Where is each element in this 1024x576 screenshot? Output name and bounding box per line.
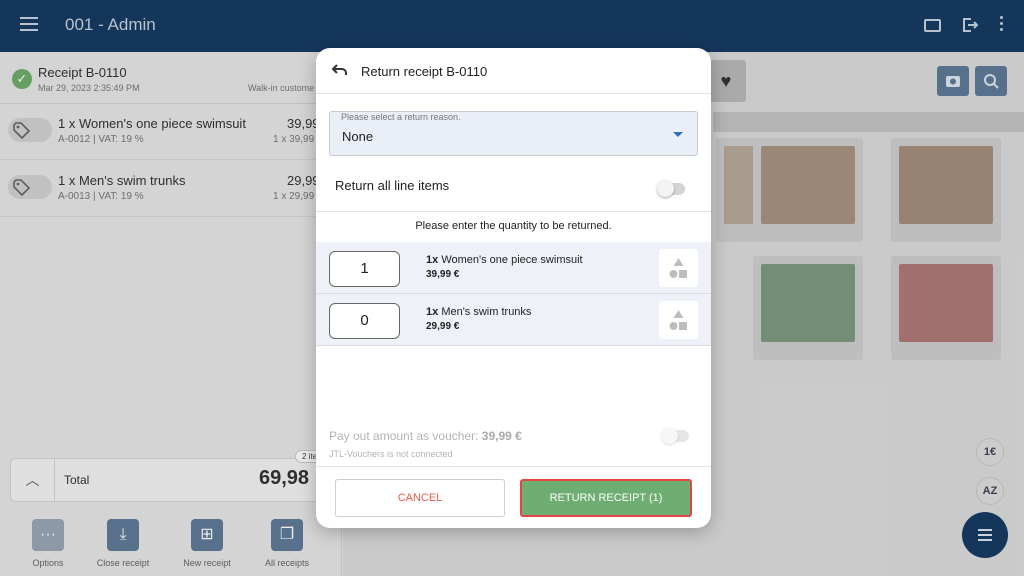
return-all-toggle[interactable] [657,180,685,197]
return-item-price: 39,99 € [426,269,460,280]
dialog-title: Return receipt B-0110 [361,64,488,79]
return-receipt-button[interactable]: RETURN RECEIPT (1) [520,479,692,517]
return-line-row: 1 1x Women's one piece swimsuit 39,99 € [316,242,711,294]
return-line-row: 0 1x Men's swim trunks 29,99 € [316,294,711,346]
voucher-toggle[interactable] [661,427,689,444]
return-all-label: Return all line items [335,178,450,193]
return-item-price: 29,99 € [426,321,460,332]
dropdown-arrow-icon [673,132,683,137]
return-reason-value: None [342,129,374,144]
return-item-name: 1x Men's swim trunks [426,306,532,318]
undo-back-icon[interactable] [330,62,348,80]
return-reason-label: Please select a return reason. [341,112,461,122]
voucher-payout-label: Pay out amount as voucher: 39,99 € [329,429,522,443]
dialog-header: Return receipt B-0110 [316,48,711,94]
voucher-note: JTL-Vouchers is not connected [329,449,453,459]
quantity-instruction: Please enter the quantity to be returned… [415,220,612,232]
return-receipt-dialog: Return receipt B-0110 Please select a re… [316,48,711,528]
product-placeholder-icon [659,249,698,287]
return-all-row: Return all line items [316,166,711,212]
return-item-name: 1x Women's one piece swimsuit [426,254,583,266]
quantity-input[interactable]: 1 [329,251,400,287]
dialog-footer: CANCEL RETURN RECEIPT (1) [316,466,711,528]
return-reason-select[interactable]: Please select a return reason. None [329,111,698,156]
product-placeholder-icon [659,301,698,339]
quantity-input[interactable]: 0 [329,303,400,339]
cancel-button[interactable]: CANCEL [335,479,505,517]
